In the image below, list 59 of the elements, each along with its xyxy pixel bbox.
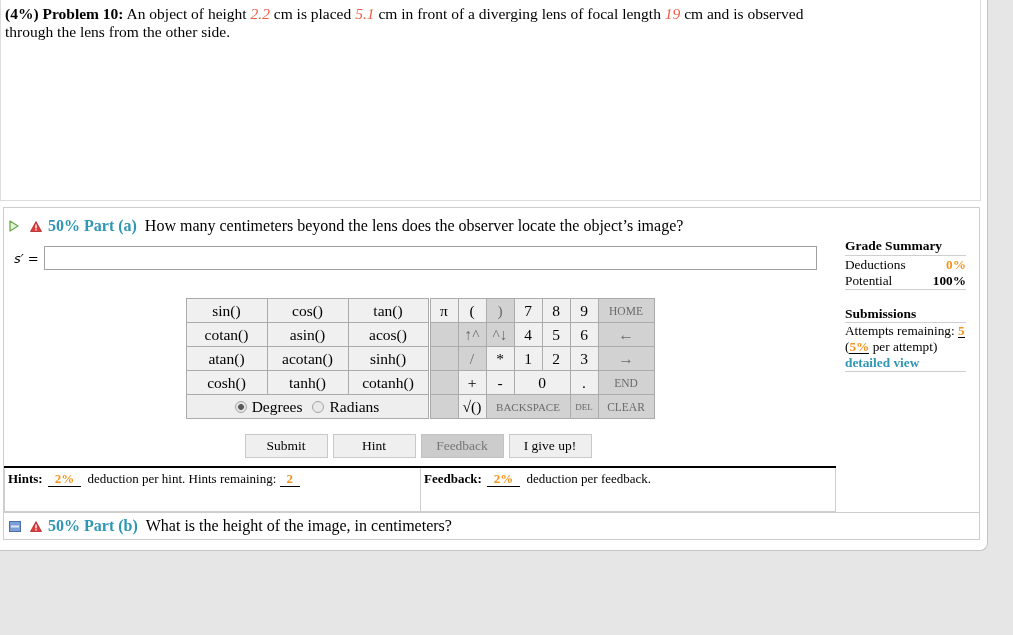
function-key[interactable]: cotanh() — [348, 371, 428, 394]
hints-text: 2% deduction per hint. Hints remaining: 2 — [47, 471, 303, 486]
feedback-text: 2% deduction per feedback. — [486, 471, 652, 486]
feedback-label: Feedback: — [424, 471, 482, 486]
grade-label: Deductions — [845, 257, 906, 273]
keypad-key[interactable]: 3 — [570, 347, 598, 370]
part-question: How many centimeters beyond the lens does the observer locate the object’s image? — [144, 217, 684, 235]
keypad-key[interactable]: 8 — [542, 299, 570, 322]
problem-statement: (4%) Problem 10: An object of height 2.2 cm is placed 5.1 cm in front of a diverging lens of focal length 19 cm and is observed through the lens from the other side. — [5, 5, 805, 41]
radio-label: Degrees — [251, 397, 303, 416]
function-key[interactable]: sinh() — [348, 347, 428, 370]
keypad-key[interactable]: 2 — [542, 347, 570, 370]
part-title: 50% Part (a) — [48, 217, 137, 235]
keypad-key[interactable]: - — [486, 371, 514, 394]
submissions-title: Submissions — [845, 306, 966, 323]
keypad-key[interactable]: √() — [458, 395, 486, 418]
answer-field[interactable] — [44, 246, 817, 270]
keypad-key[interactable]: . — [570, 371, 598, 394]
penalty-text: (5% per attempt) — [845, 339, 939, 355]
function-key[interactable]: cosh() — [186, 371, 267, 394]
keypad-key[interactable]: ( — [458, 299, 486, 322]
keypad-key[interactable]: 9 — [570, 299, 598, 322]
box-icon[interactable] — [9, 520, 21, 532]
radio-button[interactable] — [234, 400, 247, 413]
function-key[interactable]: asin() — [267, 323, 348, 346]
warning-icon — [30, 520, 42, 532]
function-key[interactable]: atan() — [186, 347, 267, 370]
triangle-icon[interactable] — [9, 220, 19, 232]
keypad-key[interactable]: π — [430, 299, 458, 322]
part-title: 50% Part (b) — [48, 517, 138, 535]
action-button[interactable]: Submit — [244, 434, 328, 458]
keypad-key[interactable]: 4 — [514, 323, 542, 346]
action-button[interactable]: I give up! — [508, 434, 592, 458]
keypad-key[interactable]: 6 — [570, 323, 598, 346]
warning-icon — [30, 220, 42, 232]
function-key[interactable]: cotan() — [186, 323, 267, 346]
hints-label: Hints: — [8, 471, 43, 486]
radio-label: Radians — [329, 397, 380, 416]
function-key[interactable]: acos() — [348, 323, 428, 346]
grade-value: 0% — [946, 257, 966, 273]
function-key[interactable]: acotan() — [267, 347, 348, 370]
function-key[interactable]: tan() — [348, 299, 428, 322]
keypad-key[interactable]: 7 — [514, 299, 542, 322]
grade-summary-title: Grade Summary — [845, 238, 966, 256]
keypad-key[interactable]: 5 — [542, 323, 570, 346]
keypad-key[interactable]: + — [458, 371, 486, 394]
keypad-key[interactable]: 0 — [514, 371, 570, 394]
answer-label: s′ = — [14, 250, 40, 266]
function-key[interactable]: sin() — [186, 299, 267, 322]
grade-label: Potential — [845, 273, 893, 289]
keypad-key[interactable]: * — [486, 347, 514, 370]
function-key[interactable]: cos() — [267, 299, 348, 322]
keypad-key[interactable]: 1 — [514, 347, 542, 370]
radio-button[interactable] — [312, 400, 325, 413]
function-key[interactable]: tanh() — [267, 371, 348, 394]
attempts-text: Attempts remaining: 5 — [845, 323, 966, 339]
part-question: What is the height of the image, in centimeters? — [145, 517, 452, 535]
grade-value: 100% — [932, 273, 966, 289]
action-button[interactable]: Hint — [332, 434, 416, 458]
